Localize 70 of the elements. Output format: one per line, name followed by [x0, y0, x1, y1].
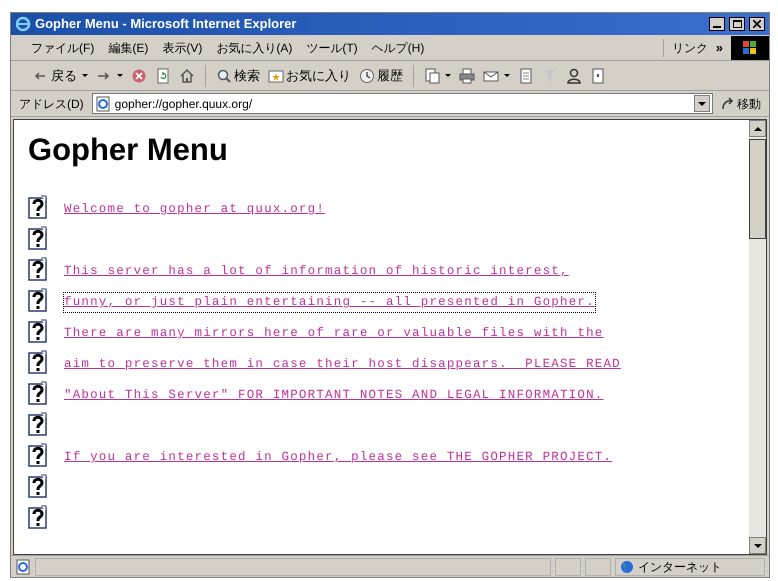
- search-icon: [216, 68, 232, 84]
- unknown-document-icon[interactable]: [28, 412, 48, 436]
- go-button[interactable]: 移動: [717, 94, 765, 112]
- gopher-link[interactable]: "About This Server" FOR IMPORTANT NOTES AND LEGAL INFORMATION.: [64, 386, 604, 405]
- browser-logo-icon: [15, 16, 31, 32]
- home-icon: [179, 68, 195, 84]
- page-icon: [94, 96, 111, 112]
- menu-item[interactable]: 編集(E): [108, 38, 148, 56]
- unknown-document-icon[interactable]: [28, 194, 48, 218]
- arrow-icon: [721, 96, 735, 110]
- maximize-icon: [732, 20, 742, 28]
- clock-icon: [359, 68, 375, 84]
- menu-item[interactable]: ヘルプ(H): [372, 38, 424, 56]
- document-icon: [424, 68, 440, 84]
- menu-item[interactable]: 表示(V): [162, 38, 202, 56]
- gopher-link[interactable]: aim to preserve them in case their host disappears. PLEASE READ: [64, 355, 621, 374]
- stop-icon: [131, 68, 147, 84]
- star-folder-icon: [268, 68, 284, 84]
- person-icon: [566, 68, 582, 84]
- gopher-link[interactable]: funny, or just plain entertaining -- all presented in Gopher.: [64, 293, 595, 312]
- links-label[interactable]: リンク: [662, 38, 716, 56]
- unknown-document-icon[interactable]: [28, 504, 48, 528]
- scroll-down-button[interactable]: [749, 537, 766, 554]
- address-value: gopher://gopher.quux.org/: [114, 96, 254, 112]
- refresh-icon: [155, 68, 171, 84]
- unknown-document-icon[interactable]: [28, 474, 48, 498]
- unknown-document-icon[interactable]: [28, 226, 48, 250]
- favorites-button[interactable]: お気に入り: [268, 64, 351, 88]
- unknown-document-icon[interactable]: [28, 318, 48, 342]
- unknown-document-icon[interactable]: [28, 288, 48, 312]
- unknown-document-icon[interactable]: [28, 350, 48, 374]
- unknown-document-icon[interactable]: [28, 442, 48, 466]
- panel-icon: [590, 68, 606, 84]
- flag-logo-icon: [743, 40, 757, 54]
- close-button[interactable]: [749, 17, 765, 31]
- down-arrow-icon: [754, 544, 762, 548]
- history-button[interactable]: 履歴: [359, 64, 403, 88]
- up-arrow-icon: [754, 126, 762, 130]
- menu-item[interactable]: ファイル(F): [31, 38, 94, 56]
- printer-icon: [459, 68, 475, 84]
- zone-label: インターネット: [638, 558, 722, 576]
- scroll-thumb[interactable]: [749, 139, 766, 239]
- unknown-document-icon[interactable]: [28, 256, 48, 280]
- page-icon: [15, 558, 31, 574]
- gopher-link[interactable]: If you are interested in Gopher, please see THE GOPHER PROJECT.: [64, 448, 612, 467]
- maximize-button[interactable]: [729, 17, 745, 31]
- address-label: アドレス(D): [18, 96, 85, 112]
- unknown-document-icon[interactable]: [28, 380, 48, 404]
- window-title: Gopher Menu - Microsoft Internet Explorer: [35, 15, 298, 34]
- search-button[interactable]: 検索: [216, 64, 260, 88]
- page-heading: Gopher Menu: [28, 134, 229, 165]
- address-field[interactable]: gopher://gopher.quux.org/: [92, 93, 713, 114]
- scrollbar[interactable]: [749, 120, 766, 554]
- gopher-link[interactable]: Welcome to gopher at quux.org!: [64, 200, 326, 219]
- scroll-up-button[interactable]: [749, 120, 766, 137]
- gopher-link[interactable]: There are many mirrors here of rare or valuable files with the: [64, 324, 604, 343]
- minimize-icon: [713, 26, 721, 28]
- globe-icon: [620, 560, 634, 574]
- minimize-button[interactable]: [709, 17, 725, 31]
- back-button[interactable]: 戻る: [33, 64, 88, 88]
- more-links-button[interactable]: »: [716, 38, 731, 58]
- menu-item[interactable]: ツール(T): [306, 38, 358, 56]
- dropdown-button[interactable]: [694, 95, 710, 112]
- caret-icon: [698, 102, 706, 106]
- status-panel: [585, 558, 611, 576]
- notepad-icon: [518, 68, 534, 84]
- menu-item[interactable]: お気に入り(A): [216, 38, 292, 56]
- status-panel: [555, 558, 581, 576]
- gopher-link[interactable]: This server has a lot of information of historic interest,: [64, 262, 569, 281]
- close-icon: [753, 20, 761, 28]
